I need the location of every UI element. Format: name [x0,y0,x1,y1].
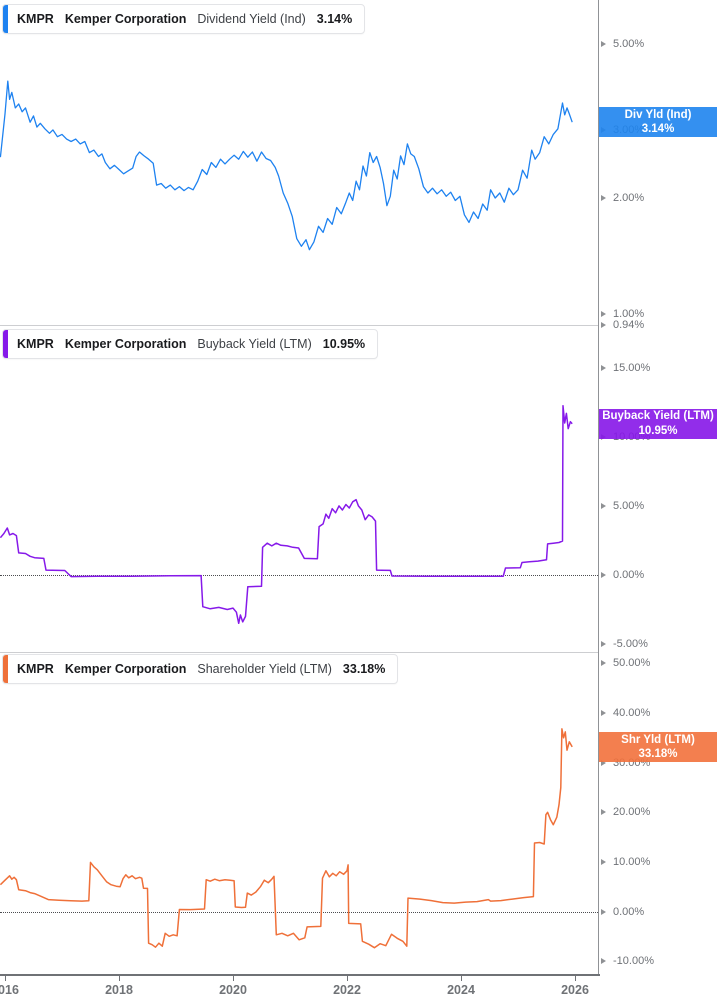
legend-text: KMPR Kemper Corporation Buyback Yield (L… [8,330,377,358]
last-value-badge-buyback-yld: Buyback Yield (LTM) 10.95% [599,408,717,439]
y-axis-tick-label: 15.00% [613,361,651,374]
x-axis-year-label: 2026 [561,983,589,997]
metric-name: Buyback Yield (LTM) [197,337,312,351]
y-axis-tick-arrow [601,858,606,865]
x-axis-tick [5,976,6,981]
company-name: Kemper Corporation [64,337,187,351]
chart-legend-shareholder-yield[interactable]: KMPR Kemper Corporation Shareholder Yiel… [2,654,399,684]
y-axis-tick-arrow [601,809,606,816]
y-axis-line [598,0,599,976]
series-line [0,80,573,251]
y-axis-tick-arrow [601,364,606,371]
y-axis-tick-label: 40.00% [613,707,651,719]
last-value-badge-shr-yld: Shr Yld (LTM) 33.18% [599,731,717,762]
ticker-label: KMPR [17,12,54,26]
y-axis-tick-arrow [601,660,606,667]
x-axis-tick [233,976,234,981]
badge-value: 10.95% [638,424,678,437]
x-axis-line [0,974,600,976]
badge-series-name: Shr Yld (LTM) [621,733,695,746]
y-axis-tick-arrow [601,571,606,578]
y-axis-tick-arrow [601,908,606,915]
legend-text: KMPR Kemper Corporation Dividend Yield (… [8,5,364,33]
chart-legend-dividend-yield[interactable]: KMPR Kemper Corporation Dividend Yield (… [2,4,366,34]
y-axis-tick-arrow [601,502,606,509]
company-name: Kemper Corporation [64,662,187,676]
y-axis-tick-label: 5.00% [613,499,645,512]
badge-series-name: Div Yld (Ind) [624,108,692,121]
metric-name: Shareholder Yield (LTM) [197,662,332,676]
last-value-badge-div-yld: Div Yld (Ind) 3.14% [599,107,717,138]
y-axis-tick-arrow [601,41,606,48]
metric-value: 33.18% [342,662,386,676]
y-axis-tick-arrow [601,311,606,318]
ticker-label: KMPR [17,337,54,351]
x-axis-tick [347,976,348,981]
chart-legend-buyback-yield[interactable]: KMPR Kemper Corporation Buyback Yield (L… [2,329,379,359]
series-line [0,728,573,949]
badge-series-name: Buyback Yield (LTM) [602,410,714,423]
y-axis-tick-label: 10.00% [613,855,651,868]
metric-value: 3.14% [316,12,353,26]
y-axis-tick-label: 0.00% [613,568,645,581]
y-axis-tick-label: -5.00% [613,638,648,650]
y-axis-tick-label: 2.00% [613,192,645,204]
y-axis-tick-arrow [601,958,606,965]
x-axis-year-label: 2020 [219,983,247,997]
badge-value: 33.18% [638,747,678,760]
x-axis-year-label: 2016 [0,983,19,997]
legend-text: KMPR Kemper Corporation Shareholder Yiel… [8,655,397,683]
chart-plot-area[interactable] [0,0,598,976]
x-axis-tick [461,976,462,981]
x-axis-tick [119,976,120,981]
metric-name: Dividend Yield (Ind) [197,12,306,26]
x-axis-tick [575,976,576,981]
y-axis-tick-label: 50.00% [613,657,651,670]
chart-stack: KMPR Kemper Corporation Dividend Yield (… [0,0,717,1005]
y-axis-tick-label: 20.00% [613,806,651,819]
y-axis-tick-arrow [601,710,606,716]
x-axis-year-label: 2018 [105,983,133,997]
x-axis-year-label: 2022 [333,983,361,997]
y-axis-tick-arrow [601,321,606,328]
company-name: Kemper Corporation [64,12,187,26]
y-axis-tick-label: -10.00% [613,955,654,968]
badge-value: 3.14% [641,123,675,136]
y-axis-tick-label: 0.94% [613,318,645,331]
y-axis-tick-label: 5.00% [613,38,645,51]
metric-value: 10.95% [322,337,366,351]
ticker-label: KMPR [17,662,54,676]
x-axis-year-label: 2024 [447,983,475,997]
y-axis-tick-arrow [601,641,606,647]
series-line [0,405,573,625]
y-axis-tick-label: 0.00% [613,905,645,918]
y-axis-tick-arrow [601,195,606,201]
